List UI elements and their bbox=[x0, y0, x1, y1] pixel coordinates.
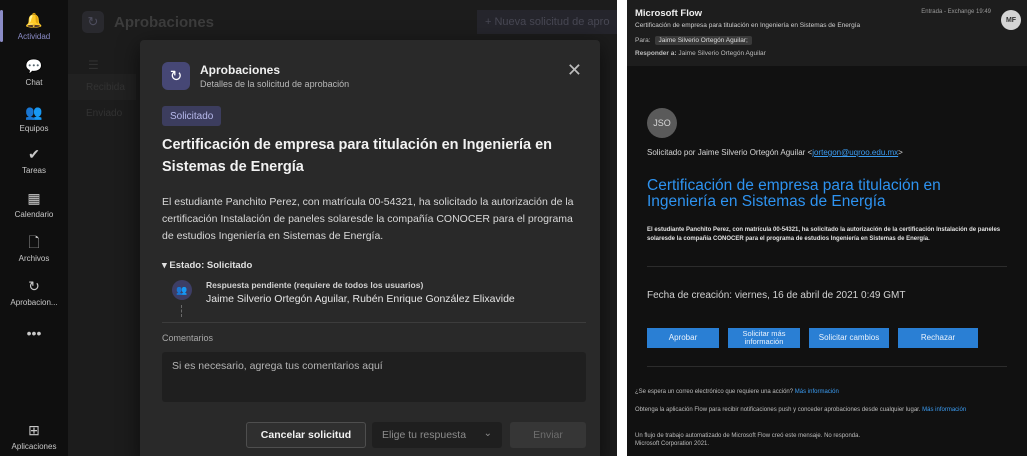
reply-to-label: Responder a: bbox=[635, 50, 677, 57]
to-label: Para: bbox=[635, 37, 651, 44]
calendar-icon: ▦ bbox=[27, 189, 41, 206]
divider bbox=[647, 266, 1007, 267]
cancel-request-button[interactable]: Cancelar solicitud bbox=[246, 422, 366, 448]
to-line: Para: Jaime Silverio Ortegón Aguilar; bbox=[635, 36, 752, 45]
sender-name: Microsoft Flow bbox=[635, 8, 703, 19]
note-text: Obtenga la aplicación Flow para recibir … bbox=[635, 407, 923, 413]
rail-label: Archivos bbox=[18, 253, 50, 263]
bell-icon: 🔔 bbox=[25, 11, 43, 28]
rail-item-more[interactable]: ••• bbox=[0, 312, 68, 356]
comments-input[interactable] bbox=[162, 352, 586, 402]
approver-names: Jaime Silverio Ortegón Aguilar, Rubén En… bbox=[206, 293, 515, 305]
rail-item-equipos[interactable]: 👥 Equipos bbox=[0, 96, 68, 140]
divider bbox=[162, 322, 586, 323]
chat-icon: 💬 bbox=[25, 57, 43, 74]
rail-item-actividad[interactable]: 🔔 Actividad bbox=[0, 4, 68, 48]
tasks-icon: ✔ bbox=[28, 145, 40, 162]
rail-label: Tareas bbox=[21, 165, 46, 175]
response-select[interactable]: Elige tu respuesta ⌄ bbox=[372, 422, 502, 448]
requested-by-text: Solicitado por Jaime Silverio Ortegón Ag… bbox=[647, 148, 813, 157]
email-header: Microsoft Flow Certificación de empresa … bbox=[627, 0, 1027, 66]
more-info-link[interactable]: Más información bbox=[922, 407, 966, 413]
approver-status: Respuesta pendiente (requiere de todos l… bbox=[206, 280, 424, 290]
rail-item-aprobaciones[interactable]: ↻ Aprobacion... bbox=[0, 270, 68, 314]
requested-by: Solicitado por Jaime Silverio Ortegón Ag… bbox=[647, 148, 903, 157]
app-rail: 🔔 Actividad 💬 Chat 👥 Equipos ✔ Tareas ▦ … bbox=[0, 0, 68, 456]
more-info-link[interactable]: Más información bbox=[795, 389, 839, 395]
automated-note: Un flujo de trabajo automatizado de Micr… bbox=[635, 433, 861, 439]
status-label: Estado: Solicitado bbox=[169, 260, 253, 271]
dialog-footer: Cancelar solicitud Elige tu respuesta ⌄ … bbox=[140, 418, 600, 456]
screenshot-composite: 🔔 Actividad 💬 Chat 👥 Equipos ✔ Tareas ▦ … bbox=[0, 0, 1027, 456]
send-button[interactable]: Enviar bbox=[510, 422, 586, 448]
email-request-description: El estudiante Panchito Perez, con matríc… bbox=[647, 227, 1001, 242]
timeline-connector bbox=[181, 305, 182, 317]
divider bbox=[647, 366, 1007, 367]
rail-label: Equipos bbox=[19, 123, 49, 133]
rail-label: Aplicaciones bbox=[11, 441, 57, 451]
request-changes-button[interactable]: Solicitar cambios bbox=[809, 328, 889, 348]
flow-app-note: Obtenga la aplicación Flow para recibir … bbox=[635, 406, 1015, 414]
rail-item-calendario[interactable]: ▦ Calendario bbox=[0, 182, 68, 226]
request-description: El estudiante Panchito Perez, con matríc… bbox=[162, 196, 574, 242]
rail-label: Actividad bbox=[17, 31, 51, 41]
rail-label: Calendario bbox=[14, 209, 54, 219]
action-buttons: Aprobar Solicitar más información Solici… bbox=[647, 328, 987, 348]
sender-avatar: JSO bbox=[647, 108, 677, 138]
reject-button[interactable]: Rechazar bbox=[898, 328, 978, 348]
reply-to-value: Jaime Silverio Ortegón Aguilar bbox=[678, 50, 766, 57]
response-placeholder: Elige tu respuesta bbox=[382, 429, 467, 441]
email-request-title: Certificación de empresa para titulación… bbox=[647, 177, 941, 210]
more-icon: ••• bbox=[26, 325, 42, 341]
rail-item-tareas[interactable]: ✔ Tareas bbox=[0, 138, 68, 182]
rail-label: Chat bbox=[25, 77, 43, 87]
avatar: MF bbox=[1001, 10, 1021, 30]
files-icon: 🗋 bbox=[28, 233, 40, 250]
status-toggle[interactable]: ▾ Estado: Solicitado bbox=[162, 260, 252, 271]
approvals-icon: ↻ bbox=[162, 62, 190, 90]
requested-by-close: > bbox=[898, 148, 903, 157]
created-date: Fecha de creación: viernes, 16 de abril … bbox=[647, 290, 906, 301]
comments-label: Comentarios bbox=[162, 333, 214, 343]
action-email-note: ¿Se espera un correo electrónico que req… bbox=[635, 388, 1015, 396]
dialog-title: Aprobaciones bbox=[200, 63, 281, 77]
folder-time: Entrada - Exchange 19:49 bbox=[921, 9, 991, 15]
rail-item-archivos[interactable]: 🗋 Archivos bbox=[0, 226, 68, 270]
chevron-down-icon: ⌄ bbox=[483, 428, 492, 439]
rail-item-chat[interactable]: 💬 Chat bbox=[0, 50, 68, 94]
copyright: Microsoft Corporation 2021. bbox=[635, 441, 710, 447]
request-title: Certificación de empresa para titulación… bbox=[162, 137, 553, 175]
apps-icon: ⊞ bbox=[28, 421, 40, 438]
reply-to-line: Responder a: Jaime Silverio Ortegón Agui… bbox=[635, 50, 766, 57]
approver-entry: 👥 Respuesta pendiente (requiere de todos… bbox=[172, 280, 515, 305]
teams-window: 🔔 Actividad 💬 Chat 👥 Equipos ✔ Tareas ▦ … bbox=[0, 0, 617, 456]
people-icon: 👥 bbox=[172, 280, 192, 300]
status-badge: Solicitado bbox=[162, 106, 222, 126]
rail-item-aplicaciones[interactable]: ⊞ Aplicaciones bbox=[0, 414, 68, 456]
email-window: Microsoft Flow Certificación de empresa … bbox=[627, 0, 1027, 456]
requester-email-link[interactable]: jortegon@uqroo.edu.mx bbox=[812, 148, 898, 157]
approve-button[interactable]: Aprobar bbox=[647, 328, 719, 348]
recipient-chip[interactable]: Jaime Silverio Ortegón Aguilar; bbox=[654, 36, 752, 45]
close-icon[interactable]: ✕ bbox=[567, 60, 582, 81]
request-more-info-button[interactable]: Solicitar más información bbox=[728, 328, 800, 348]
approvals-icon: ↻ bbox=[28, 277, 40, 294]
rail-label: Aprobacion... bbox=[10, 297, 58, 307]
email-subject: Certificación de empresa para titulación… bbox=[635, 22, 861, 29]
note-text: ¿Se espera un correo electrónico que req… bbox=[635, 389, 795, 395]
dialog-subtitle: Detalles de la solicitud de aprobación bbox=[200, 79, 350, 89]
teams-icon: 👥 bbox=[25, 103, 43, 120]
dialog-header: ↻ Aprobaciones Detalles de la solicitud … bbox=[162, 62, 349, 90]
approval-details-dialog: ↻ Aprobaciones Detalles de la solicitud … bbox=[140, 40, 600, 456]
email-body: JSO Solicitado por Jaime Silverio Ortegó… bbox=[627, 66, 1027, 456]
